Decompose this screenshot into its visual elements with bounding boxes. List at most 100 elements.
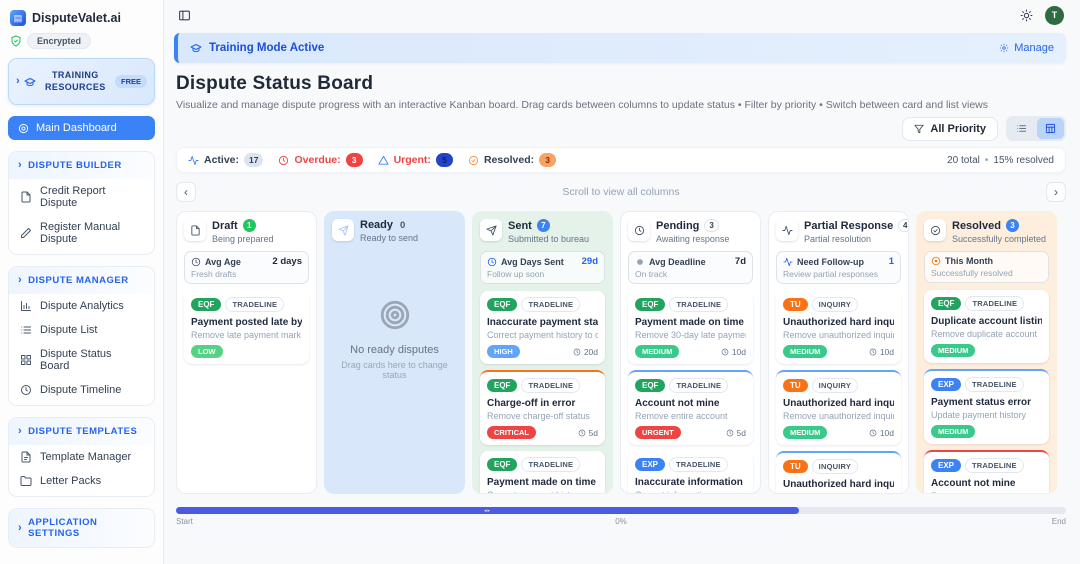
kanban-column-ready: Ready0 Ready to send No ready disputes D… [324, 211, 465, 494]
sidebar-item-credit-report-dispute[interactable]: Credit Report Dispute [9, 179, 154, 215]
bureau-badge: EQF [635, 379, 665, 392]
kanban-column-pending: Pending3 Awaiting response Avg Deadline7… [620, 211, 761, 494]
scrollbar-labels: Start 0% End [176, 517, 1066, 527]
card-list: EQF TRADELINE Inaccurate payment status … [480, 291, 605, 494]
training-mode-banner: Training Mode Active Manage [174, 33, 1066, 63]
dispute-card-payment-posted-late-by-creditor[interactable]: EQF TRADELINE Payment posted late by cre… [184, 291, 309, 364]
bureau-badge: TU [783, 460, 808, 473]
dispute-card-payment-made-on-time[interactable]: EQF TRADELINE Payment made on time Corre… [480, 451, 605, 494]
scroll-right-button[interactable]: › [1046, 182, 1066, 202]
user-avatar[interactable]: T [1045, 6, 1064, 25]
sidebar-section-label: DISPUTE MANAGER [28, 275, 128, 286]
column-count-badge: 3 [704, 219, 718, 232]
stat-label: Resolved: [484, 154, 534, 166]
column-header: Resolved3 Successfully completed [924, 219, 1049, 244]
dispute-type-badge: TRADELINE [669, 378, 728, 393]
dispute-type-badge: INQUIRY [812, 378, 858, 393]
list-view-button[interactable] [1008, 118, 1035, 139]
sidebar-section-label: DISPUTE TEMPLATES [28, 426, 137, 437]
sidebar-item-dispute-list[interactable]: Dispute List [9, 318, 154, 342]
priority-filter-button[interactable]: All Priority [902, 117, 998, 141]
sidebar-item-letter-packs[interactable]: Letter Packs [9, 469, 154, 493]
bureau-badge: EQF [487, 298, 517, 311]
sidebar-section-header-dispute-templates[interactable]: › DISPUTE TEMPLATES [9, 418, 154, 445]
training-resources-card[interactable]: › TRAINING RESOURCES FREE [8, 58, 155, 105]
sidebar-section-header-dispute-manager[interactable]: › DISPUTE MANAGER [9, 267, 154, 294]
dispute-card-inaccurate-information-2[interactable]: EXP TRADELINE Inaccurate information 2 C… [628, 451, 753, 494]
empty-drop-zone[interactable]: No ready disputes Drag cards here to cha… [332, 298, 457, 380]
triangle-icon [378, 155, 389, 166]
bureau-badge: EQF [635, 298, 665, 311]
clock-icon [20, 384, 32, 396]
sidebar-section-header-dispute-builder[interactable]: › DISPUTE BUILDER [9, 152, 154, 179]
scroll-left-button[interactable]: ‹ [176, 182, 196, 202]
column-header: Ready0 Ready to send [332, 219, 457, 243]
manage-button[interactable]: Manage [999, 42, 1054, 54]
kanban-view-button[interactable] [1037, 118, 1064, 139]
card-subtitle: Remove unauthorized inquiry [783, 411, 894, 421]
bureau-badge: EXP [635, 458, 665, 471]
priority-badge: MEDIUM [635, 345, 679, 358]
sidebar-item-dispute-analytics[interactable]: Dispute Analytics [9, 294, 154, 318]
scrollbar-thumb[interactable]: ◂▸ [176, 507, 799, 514]
total-count: 20 total [947, 155, 980, 166]
theme-toggle-sun-icon[interactable] [1020, 9, 1033, 22]
checkCircle-icon [468, 155, 479, 166]
stat-count-badge: 3 [539, 153, 556, 167]
dot-icon [635, 257, 645, 267]
target-icon [378, 298, 412, 332]
sidebar-item-dispute-timeline[interactable]: Dispute Timeline [9, 378, 154, 402]
dispute-card-inaccurate-payment-status[interactable]: EQF TRADELINE Inaccurate payment status … [480, 291, 605, 364]
file-icon [20, 191, 32, 203]
dispute-type-badge: TRADELINE [965, 296, 1024, 311]
card-subtitle: Correct information [635, 490, 746, 494]
bureau-badge: EQF [191, 298, 221, 311]
column-stat-value: 29d [578, 256, 598, 267]
status-summary-bar: Active: 17 Overdue: 3 Urgent: 5 Resolved… [176, 147, 1066, 173]
card-title: Unauthorized hard inquiry [783, 479, 894, 490]
encrypted-badge: Encrypted [27, 33, 91, 49]
manage-label: Manage [1014, 42, 1054, 54]
dispute-card-unauthorized-hard-inquiry[interactable]: TU INQUIRY Unauthorized hard inquiry Rem… [776, 291, 901, 364]
sidebar-toggle-icon[interactable] [178, 9, 191, 22]
dispute-card-charge-off-in-error[interactable]: EQF TRADELINE Charge-off in error Remove… [480, 370, 605, 445]
kanban-board: Draft1 Being prepared Avg Age2 days Fres… [176, 211, 1066, 494]
doc-icon [20, 451, 32, 463]
bureau-badge: EXP [931, 459, 961, 472]
dispute-card-unauthorized-hard-inquiry[interactable]: TU INQUIRY Unauthorized hard inquiry Rem… [776, 370, 901, 445]
priority-filter-label: All Priority [930, 123, 986, 135]
dispute-card-duplicate-account-listing[interactable]: EQF TRADELINE Duplicate account listing … [924, 290, 1049, 363]
main-dashboard-button[interactable]: Main Dashboard [8, 116, 155, 140]
clock-icon [487, 257, 497, 267]
chevron-right-icon: › [16, 76, 20, 87]
list-view-icon [1016, 123, 1027, 134]
card-subtitle: Remove duplicate account [931, 329, 1042, 339]
empty-state-subtitle: Drag cards here to change status [332, 360, 457, 380]
column-icon-box [480, 219, 502, 241]
card-subtitle: Remove unauthorized inquiry [783, 330, 894, 340]
sidebar-item-dispute-status-board[interactable]: Dispute Status Board [9, 342, 154, 378]
column-description: Awaiting response [656, 234, 729, 244]
training-mode-title: Training Mode Active [209, 42, 324, 54]
scrollbar-track[interactable]: ◂▸ [176, 507, 1066, 514]
column-icon-box [184, 219, 206, 241]
column-stat-sub: On track [635, 269, 746, 279]
sidebar-section-header-application-settings[interactable]: › APPLICATION SETTINGS [9, 509, 154, 547]
column-stat: Avg Age2 days Fresh drafts [184, 251, 309, 284]
dispute-card-payment-status-error[interactable]: EXP TRADELINE Payment status error Updat… [924, 369, 1049, 444]
bureau-badge: TU [783, 379, 808, 392]
sidebar-item-register-manual-dispute[interactable]: Register Manual Dispute [9, 215, 154, 251]
dispute-card-payment-made-on-time[interactable]: EQF TRADELINE Payment made on time Remov… [628, 291, 753, 364]
grid-icon [20, 354, 32, 366]
dispute-card-account-not-mine[interactable]: EXP TRADELINE Account not mine Remove ac… [924, 450, 1049, 494]
card-subtitle: Remove account [931, 491, 1042, 494]
card-list: EQF TRADELINE Payment posted late by cre… [184, 291, 309, 364]
folder-icon [20, 475, 32, 487]
dispute-card-account-not-mine[interactable]: EQF TRADELINE Account not mine Remove en… [628, 370, 753, 445]
sidebar-item-template-manager[interactable]: Template Manager [9, 445, 154, 469]
card-list: EQF TRADELINE Payment made on time Remov… [628, 291, 753, 494]
card-title: Duplicate account listing [931, 316, 1042, 327]
app-logo-icon: ▤ [10, 10, 26, 26]
column-title: Draft [212, 220, 238, 232]
dispute-card-unauthorized-hard-inquiry[interactable]: TU INQUIRY Unauthorized hard inquiry Rem… [776, 451, 901, 494]
